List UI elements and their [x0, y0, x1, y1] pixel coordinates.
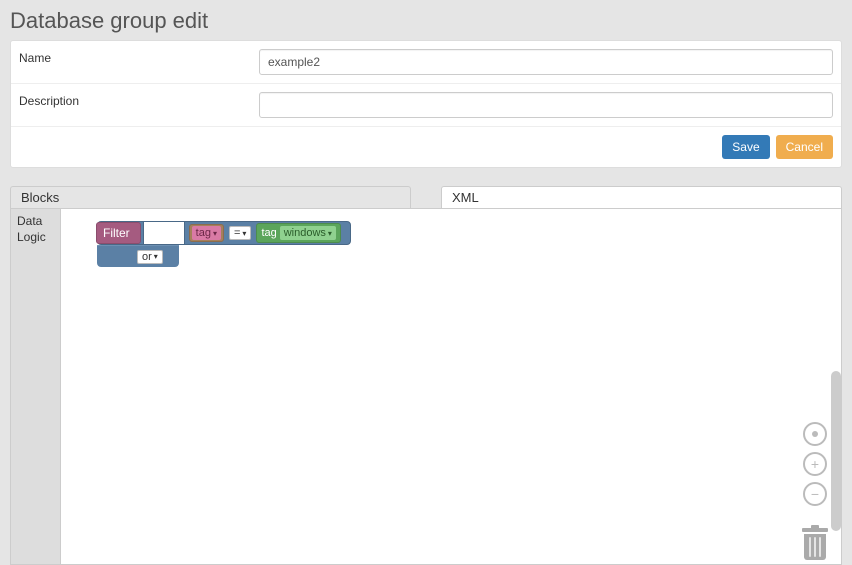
filter-block-group[interactable]: Filter tag ▾ = ▾: [97, 221, 351, 267]
left-tag-block[interactable]: tag ▾: [189, 224, 224, 242]
connector-value: or: [142, 251, 152, 263]
chevron-down-icon: ▾: [328, 229, 332, 238]
filter-block-top: Filter tag ▾ = ▾: [98, 222, 350, 244]
filter-label-wrap: Filter: [96, 222, 141, 244]
zoom-in-button[interactable]: +: [803, 452, 827, 476]
operator-value: =: [234, 227, 240, 239]
tab-blocks[interactable]: Blocks: [10, 186, 411, 208]
form-actions: Save Cancel: [11, 127, 841, 167]
left-tag-dropdown[interactable]: tag ▾: [192, 226, 221, 240]
filter-label: Filter: [103, 226, 130, 240]
cancel-button[interactable]: Cancel: [776, 135, 833, 159]
name-input[interactable]: [259, 49, 833, 75]
minus-icon: −: [811, 486, 819, 502]
workspace-scrollbar[interactable]: [831, 371, 841, 531]
toolbox-item-data[interactable]: Data: [17, 213, 54, 229]
description-label: Description: [19, 92, 259, 108]
filter-block[interactable]: Filter tag ▾ = ▾: [97, 221, 351, 245]
tabs: Blocks XML: [10, 186, 842, 208]
filter-connector-row[interactable]: or ▾: [97, 245, 179, 267]
right-tag-dropdown[interactable]: windows ▾: [280, 226, 336, 240]
right-tag-block[interactable]: tag windows ▾: [256, 223, 341, 243]
blockly-workspace[interactable]: Filter tag ▾ = ▾: [61, 209, 841, 564]
description-row: Description: [11, 84, 841, 127]
trash-button[interactable]: [799, 528, 831, 560]
chevron-down-icon: ▾: [154, 252, 158, 261]
right-tag-prefix: tag: [261, 227, 276, 239]
right-tag-value: windows: [284, 227, 326, 239]
trash-icon: [802, 528, 828, 532]
form-panel: Name Description Save Cancel: [10, 40, 842, 168]
zoom-out-button[interactable]: −: [803, 482, 827, 506]
description-input[interactable]: [259, 92, 833, 118]
center-view-button[interactable]: [803, 422, 827, 446]
toolbox-item-logic[interactable]: Logic: [17, 229, 54, 245]
save-button[interactable]: Save: [722, 135, 769, 159]
workspace-controls: + −: [803, 422, 827, 506]
operator-block[interactable]: = ▾: [227, 224, 253, 242]
blockly-editor: Data Logic Filter tag ▾: [10, 208, 842, 565]
connector-dropdown[interactable]: or ▾: [137, 250, 163, 264]
name-label: Name: [19, 49, 259, 65]
chevron-down-icon: ▾: [213, 229, 217, 238]
plus-icon: +: [811, 456, 819, 472]
filter-input-notch: [143, 222, 185, 244]
page-title: Database group edit: [0, 0, 852, 40]
name-row: Name: [11, 41, 841, 84]
tab-xml[interactable]: XML: [441, 186, 842, 208]
editor-wrap: Blocks XML Data Logic Filter tag: [10, 186, 842, 565]
chevron-down-icon: ▾: [242, 229, 246, 238]
toolbox: Data Logic: [11, 209, 61, 564]
trash-icon-body: [804, 534, 826, 560]
left-tag-dropdown-value: tag: [196, 227, 211, 239]
operator-dropdown[interactable]: = ▾: [229, 226, 251, 240]
